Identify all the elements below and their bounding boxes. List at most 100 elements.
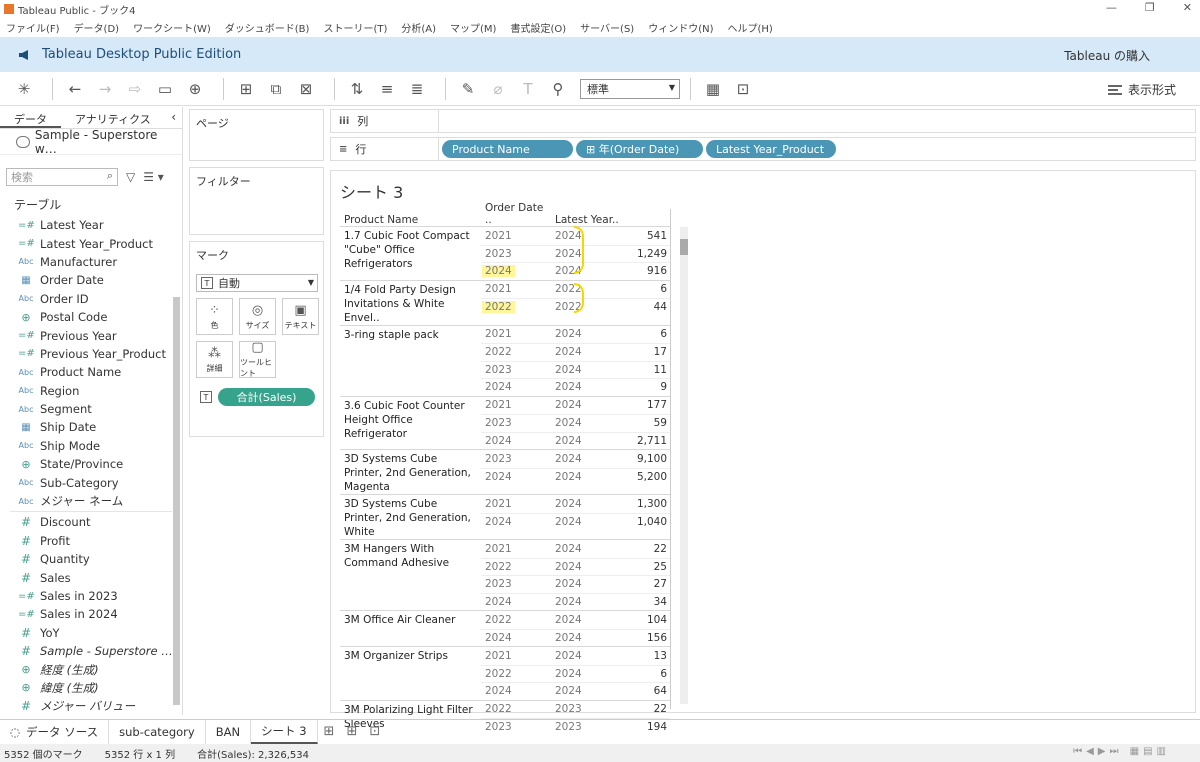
detail-button[interactable]: ⁂ 詳細 bbox=[196, 341, 233, 378]
table-row[interactable]: 2024 2024 9 bbox=[481, 378, 670, 396]
redo-icon[interactable]: → bbox=[93, 77, 117, 101]
save-icon[interactable]: ▭ bbox=[153, 77, 177, 101]
table-row[interactable]: 2024 2024 156 bbox=[481, 628, 670, 647]
header-order-date[interactable]: Order Date .. bbox=[481, 202, 551, 226]
replay-icon[interactable]: ⇨ bbox=[123, 77, 147, 101]
menu-dashboard[interactable]: ダッシュボード(B) bbox=[225, 20, 310, 35]
table-row[interactable]: 2023 2024 11 bbox=[481, 360, 670, 379]
field-item[interactable]: # メジャー バリュー bbox=[0, 697, 182, 715]
field-item[interactable]: Abc Product Name bbox=[0, 363, 182, 381]
menu-data[interactable]: データ(D) bbox=[74, 20, 120, 35]
field-item[interactable]: =# Sales in 2023 bbox=[0, 587, 182, 605]
close-button[interactable]: ✕ bbox=[1183, 1, 1192, 14]
sales-value-cell[interactable]: 5,200 bbox=[621, 471, 670, 483]
field-item[interactable]: # Discount bbox=[0, 513, 182, 531]
pill-product-name[interactable]: Product Name bbox=[442, 140, 573, 158]
sort-ascending-icon[interactable]: ≡ bbox=[375, 77, 399, 101]
menu-window[interactable]: ウィンドウ(N) bbox=[648, 20, 713, 35]
sales-value-cell[interactable]: 1,300 bbox=[621, 498, 670, 510]
tab-data[interactable]: データ bbox=[0, 107, 61, 128]
product-name-cell[interactable]: 3D Systems Cube Printer, 2nd Generation,… bbox=[340, 450, 481, 494]
sales-value-cell[interactable]: 9,100 bbox=[621, 453, 670, 465]
table-row[interactable]: 2022 2024 104 bbox=[481, 611, 670, 629]
field-item[interactable]: Abc メジャー ネーム bbox=[0, 492, 182, 510]
header-latest-year[interactable]: Latest Year.. bbox=[551, 214, 621, 226]
view-scrollbar[interactable] bbox=[680, 227, 688, 704]
show-mark-labels-icon[interactable]: T bbox=[516, 77, 540, 101]
sheet-tab[interactable]: sub-category bbox=[109, 719, 206, 744]
table-row[interactable]: 2022 2024 6 bbox=[481, 664, 670, 683]
pill-year-order-date[interactable]: ⊞ 年(Order Date) bbox=[576, 140, 703, 158]
field-item[interactable]: Abc Order ID bbox=[0, 290, 182, 308]
table-row[interactable]: 2022 2023 22 bbox=[481, 701, 670, 719]
table-row[interactable]: 2021 2024 13 bbox=[481, 647, 670, 665]
field-item[interactable]: ⊕ State/Province bbox=[0, 455, 182, 473]
new-datasource-icon[interactable]: ⊕ bbox=[183, 77, 207, 101]
field-item[interactable]: # YoY bbox=[0, 624, 182, 642]
filters-card[interactable]: フィルター bbox=[189, 167, 324, 235]
table-row[interactable]: 2024 2024 1,040 bbox=[481, 512, 670, 531]
field-item[interactable]: ▦ Order Date bbox=[0, 271, 182, 289]
field-item[interactable]: # Profit bbox=[0, 532, 182, 550]
mark-type-select[interactable]: T 自動 ▼ bbox=[196, 274, 318, 292]
sort-descending-icon[interactable]: ≣ bbox=[405, 77, 429, 101]
sales-value-cell[interactable]: 64 bbox=[621, 685, 670, 697]
group-members-icon[interactable]: ⌀ bbox=[486, 77, 510, 101]
tableau-logo-icon[interactable]: ✳ bbox=[12, 77, 36, 101]
sales-value-cell[interactable]: 156 bbox=[621, 632, 670, 644]
table-row[interactable]: 2021 2024 1,300 bbox=[481, 495, 670, 513]
sum-sales-pill[interactable]: 合計(Sales) bbox=[218, 388, 315, 406]
product-name-cell[interactable]: 3-ring staple pack bbox=[340, 326, 481, 396]
field-item[interactable]: ⊕ 緯度 (生成) bbox=[0, 679, 182, 697]
new-dashboard-icon[interactable]: ⊞ bbox=[340, 724, 363, 739]
buy-tableau-link[interactable]: Tableau の購入 bbox=[1064, 47, 1150, 64]
table-row[interactable]: 2024 2024 2,711 bbox=[481, 431, 670, 450]
view-scrollbar-thumb[interactable] bbox=[680, 239, 688, 255]
sales-value-cell[interactable]: 22 bbox=[621, 543, 670, 555]
table-row[interactable]: 2021 2024 177 bbox=[481, 397, 670, 415]
tooltip-button[interactable]: ▢ ツールヒント bbox=[239, 340, 276, 378]
table-row[interactable]: 2024 2024 64 bbox=[481, 682, 670, 700]
sales-value-cell[interactable]: 1,040 bbox=[621, 516, 670, 528]
sales-value-cell[interactable]: 13 bbox=[621, 650, 670, 662]
datasource-item[interactable]: Sample - Superstore w… bbox=[0, 128, 182, 156]
field-item[interactable]: ⊕ 経度 (生成) bbox=[0, 660, 182, 678]
sales-value-cell[interactable]: 104 bbox=[621, 614, 670, 626]
field-item[interactable]: Abc Sub-Category bbox=[0, 473, 182, 491]
field-item[interactable]: ⊕ Postal Code bbox=[0, 308, 182, 326]
undo-icon[interactable]: ← bbox=[63, 77, 87, 101]
rows-shelf[interactable]: ≡ 行 Product Name ⊞ 年(Order Date) Latest Y… bbox=[330, 137, 1196, 161]
menu-story[interactable]: ストーリー(T) bbox=[323, 20, 387, 35]
table-row[interactable]: 2024 2024 34 bbox=[481, 592, 670, 611]
sales-value-cell[interactable]: 6 bbox=[621, 283, 670, 295]
sales-value-cell[interactable]: 9 bbox=[621, 381, 670, 393]
pages-card[interactable]: ページ bbox=[189, 109, 324, 161]
new-worksheet-icon[interactable]: ⊞ bbox=[318, 724, 341, 739]
menu-help[interactable]: ヘルプ(H) bbox=[728, 20, 773, 35]
table-row[interactable]: 2023 2024 9,100 bbox=[481, 450, 670, 468]
field-item[interactable]: Abc Segment bbox=[0, 400, 182, 418]
header-product-name[interactable]: Product Name bbox=[340, 214, 481, 226]
sales-value-cell[interactable]: 6 bbox=[621, 668, 670, 680]
highlight-icon[interactable]: ✎ bbox=[456, 77, 480, 101]
sales-value-cell[interactable]: 44 bbox=[621, 301, 670, 313]
sheet-tab[interactable]: BAN bbox=[206, 719, 252, 744]
datasource-tab[interactable]: ◌ データ ソース bbox=[0, 719, 110, 744]
field-item[interactable]: =# Latest Year_Product bbox=[0, 234, 182, 252]
maximize-button[interactable]: ❐ bbox=[1145, 1, 1155, 14]
field-item[interactable]: ▦ Ship Date bbox=[0, 418, 182, 436]
field-search-input[interactable]: 検索 ⌕ bbox=[6, 168, 118, 186]
view-options-icon[interactable]: ☰ ▾ bbox=[143, 170, 164, 184]
product-name-cell[interactable]: 3M Office Air Cleaner bbox=[340, 611, 481, 646]
color-button[interactable]: ⁘ 色 bbox=[196, 298, 233, 335]
table-row[interactable]: 2024 2024 5,200 bbox=[481, 467, 670, 486]
sheet-tab-active[interactable]: シート 3 bbox=[251, 719, 318, 744]
sales-value-cell[interactable]: 177 bbox=[621, 399, 670, 411]
collapse-pane-icon[interactable]: ‹ bbox=[171, 110, 176, 124]
field-item[interactable]: Abc Region bbox=[0, 382, 182, 400]
sales-value-cell[interactable]: 6 bbox=[621, 328, 670, 340]
product-name-cell[interactable]: 3M Hangers With Command Adhesive bbox=[340, 540, 481, 610]
sales-value-cell[interactable]: 34 bbox=[621, 596, 670, 608]
field-item[interactable]: # Quantity bbox=[0, 550, 182, 568]
new-worksheet-icon[interactable]: ⊞ bbox=[234, 77, 258, 101]
